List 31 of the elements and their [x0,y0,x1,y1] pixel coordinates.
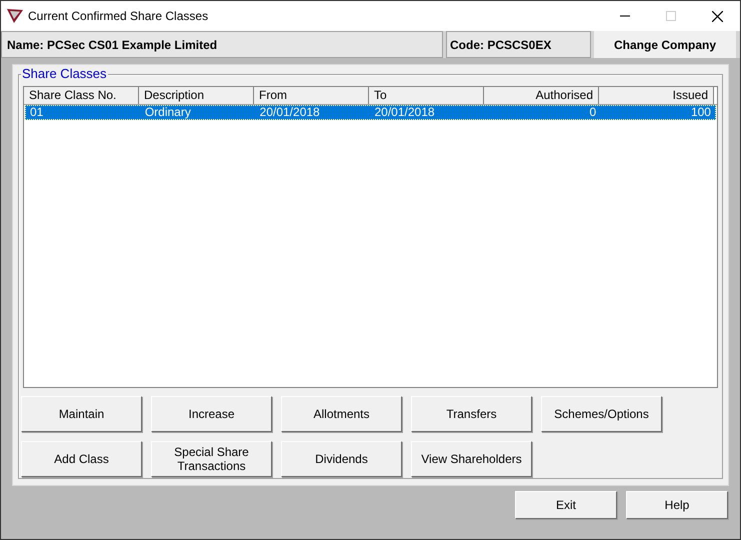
action-button[interactable]: View Shareholders [411,441,532,477]
change-company-button[interactable]: Change Company [594,31,736,58]
action-button[interactable]: Schemes/Options [541,396,662,432]
company-code-field: Code: PCSCS0EX [446,31,591,58]
column-header[interactable]: Issued [599,87,714,104]
action-button[interactable]: Maintain [21,396,142,432]
action-button[interactable]: Special Share Transactions [151,441,272,477]
company-name-field: Name: PCSec CS01 Example Limited [1,31,443,58]
table-cell-text: 100 [690,106,712,119]
action-button[interactable]: Transfers [411,396,532,432]
footer-button[interactable]: Exit [515,491,617,519]
table-cell-text: 20/01/2018 [373,106,436,119]
table-cell-text: 0 [588,106,598,119]
action-button[interactable]: Allotments [281,396,402,432]
table-cell-text: Ordinary [144,106,192,119]
action-button[interactable]: Increase [151,396,272,432]
column-header[interactable]: To [369,87,484,104]
footer-button[interactable]: Help [626,491,728,519]
action-button[interactable]: Add Class [21,441,142,477]
action-button[interactable]: Dividends [281,441,402,477]
table-cell-text: 01 [29,106,44,119]
column-header[interactable]: From [254,87,369,104]
column-header[interactable]: Description [139,87,254,104]
maximize-icon [666,11,676,21]
table-row[interactable]: 01 Ordinary 20/01/2018 20/01/2018 0 100 [25,105,716,120]
window-title: Current Confirmed Share Classes [28,8,208,25]
column-header[interactable]: Authorised [484,87,599,104]
table-cell-text: 20/01/2018 [258,106,321,119]
close-icon [712,10,722,22]
app-logo-icon [7,9,23,23]
column-header[interactable]: Share Class No. [24,87,139,104]
